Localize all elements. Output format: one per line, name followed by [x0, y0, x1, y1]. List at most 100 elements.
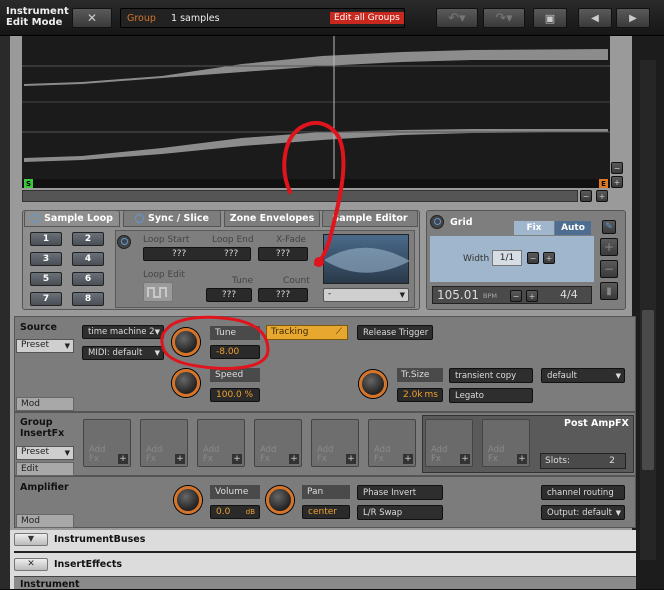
pencil-tool-button[interactable]: ✎: [602, 220, 616, 234]
trsize-value-field[interactable]: 2.0k ms: [397, 388, 443, 402]
pan-knob[interactable]: [266, 486, 294, 514]
loop-8-button[interactable]: 8: [72, 292, 104, 306]
volume-knob[interactable]: [174, 486, 202, 514]
release-trigger-button[interactable]: Release Trigger: [357, 325, 433, 340]
grid-remove-button[interactable]: −: [600, 260, 618, 278]
zoom-in-h-button[interactable]: +: [596, 190, 608, 202]
grid-trash-button[interactable]: ▮: [600, 282, 618, 300]
phase-invert-button[interactable]: Phase Invert: [357, 485, 443, 500]
post-fx-slot-2[interactable]: Add Fx +: [482, 419, 530, 467]
grid-power-button[interactable]: [430, 215, 444, 229]
loop-3-button[interactable]: 3: [30, 252, 62, 266]
slots-field[interactable]: Slots: 2: [540, 453, 626, 469]
grid-add-button[interactable]: +: [600, 238, 618, 256]
trsize-knob[interactable]: [359, 370, 387, 398]
horizontal-scrollbar[interactable]: [22, 190, 578, 202]
source-preset-dropdown[interactable]: Preset ▼: [16, 339, 74, 353]
redo-button[interactable]: ↷▾: [483, 8, 525, 28]
time-signature[interactable]: 4/4: [560, 288, 578, 301]
close-button[interactable]: ✕: [72, 8, 112, 28]
loop-4-button[interactable]: 4: [72, 252, 104, 266]
tracking-toggle[interactable]: Tracking ⟋: [266, 325, 348, 340]
pan-value-field[interactable]: center: [302, 505, 350, 519]
sample-end-marker[interactable]: E: [599, 179, 608, 188]
fx-slot-1[interactable]: Add Fx +: [83, 419, 131, 467]
midi-value: MIDI: default: [88, 348, 143, 358]
output-dropdown[interactable]: Output: default ▼: [541, 505, 625, 520]
fx-slot-2[interactable]: Add Fx +: [140, 419, 188, 467]
add-fx-icon[interactable]: +: [346, 454, 356, 464]
loop-edit-button[interactable]: [143, 282, 173, 302]
amplifier-mod-tab[interactable]: Mod: [16, 514, 74, 528]
source-mode-dropdown[interactable]: time machine 2 ▼: [82, 325, 164, 339]
tab-sample-editor[interactable]: Sample Editor: [322, 210, 418, 227]
default-dropdown[interactable]: default ▼: [541, 368, 625, 383]
grid-fix-tab[interactable]: Fix: [514, 221, 554, 235]
post-fx-slot-1[interactable]: Add Fx +: [425, 419, 473, 467]
insertfx-preset-dropdown[interactable]: Preset ▼: [16, 446, 74, 460]
midi-dropdown[interactable]: MIDI: default ▼: [82, 346, 164, 360]
loop-start-end-field[interactable]: ??? ???: [143, 247, 251, 261]
loop-5-button[interactable]: 5: [30, 272, 62, 286]
speed-value-field[interactable]: 100.0%: [210, 388, 260, 402]
count-field[interactable]: ???: [258, 288, 308, 302]
zoom-out-v-button[interactable]: −: [611, 162, 623, 174]
bpm-value[interactable]: 105.01: [437, 288, 479, 302]
undo-button[interactable]: ↶▾: [436, 8, 478, 28]
power-icon: [434, 218, 441, 225]
title-line-1: Instrument: [6, 6, 69, 17]
loop-mode-dropdown[interactable]: - ▼: [323, 288, 409, 302]
add-fx-icon[interactable]: +: [403, 454, 413, 464]
save-button[interactable]: ▣: [533, 8, 567, 28]
source-mod-tab[interactable]: Mod: [16, 397, 74, 411]
channel-routing-button[interactable]: channel routing: [541, 485, 625, 500]
loop-power-button[interactable]: [117, 235, 131, 249]
waveform-display[interactable]: S E: [22, 36, 610, 188]
loop-7-button[interactable]: 7: [30, 292, 62, 306]
fx-slot-5[interactable]: Add Fx +: [311, 419, 359, 467]
add-fx-icon[interactable]: +: [289, 454, 299, 464]
fx-slot-6[interactable]: Add Fx +: [368, 419, 416, 467]
loop-tune-field[interactable]: ???: [206, 288, 252, 302]
zoom-out-h-button[interactable]: −: [580, 190, 592, 202]
transient-copy-button[interactable]: transient copy: [449, 368, 533, 383]
tab-zone-envelopes[interactable]: Zone Envelopes: [224, 210, 320, 227]
width-increment-button[interactable]: +: [543, 252, 555, 264]
add-fx-icon[interactable]: +: [118, 454, 128, 464]
insert-effects-toggle[interactable]: ✕: [14, 558, 48, 571]
loop-2-button[interactable]: 2: [72, 232, 104, 246]
tune-knob[interactable]: [172, 328, 200, 356]
fx-slot-3[interactable]: Add Fx +: [197, 419, 245, 467]
insertfx-edit-tab[interactable]: Edit: [16, 462, 74, 476]
scroll-thumb[interactable]: [642, 310, 654, 470]
minus-icon: −: [613, 163, 621, 173]
fx-slot-4[interactable]: Add Fx +: [254, 419, 302, 467]
tab-sample-loop[interactable]: Sample Loop: [24, 210, 120, 227]
lr-swap-button[interactable]: L/R Swap: [357, 505, 443, 520]
bpm-increment-button[interactable]: +: [526, 290, 538, 302]
vertical-scrollbar[interactable]: [640, 60, 656, 560]
zoom-in-v-button[interactable]: +: [611, 176, 623, 188]
add-fx-icon[interactable]: +: [175, 454, 185, 464]
width-decrement-button[interactable]: −: [527, 252, 539, 264]
instrument-buses-toggle[interactable]: ▼: [14, 533, 48, 546]
tune-value-field[interactable]: -8.00: [210, 345, 260, 359]
group-selector[interactable]: Group 1 samples Edit all Groups: [120, 8, 405, 28]
edit-all-groups-button[interactable]: Edit all Groups: [330, 12, 404, 24]
loop-1-button[interactable]: 1: [30, 232, 62, 246]
add-fx-icon[interactable]: +: [517, 454, 527, 464]
speed-knob[interactable]: [172, 369, 200, 397]
prev-button[interactable]: ◀: [578, 8, 612, 28]
tab-sync-slice[interactable]: Sync / Slice: [123, 210, 221, 227]
volume-value-field[interactable]: 0.0 dB: [210, 505, 260, 519]
loop-6-button[interactable]: 6: [72, 272, 104, 286]
grid-width-field[interactable]: 1/1: [492, 250, 522, 266]
next-button[interactable]: ▶: [616, 8, 650, 28]
legato-button[interactable]: Legato: [449, 388, 533, 403]
add-fx-icon[interactable]: +: [232, 454, 242, 464]
xfade-field[interactable]: ???: [258, 247, 308, 261]
grid-auto-tab[interactable]: Auto: [555, 221, 591, 235]
sample-start-marker[interactable]: S: [24, 179, 33, 188]
bpm-decrement-button[interactable]: −: [510, 290, 522, 302]
add-fx-icon[interactable]: +: [460, 454, 470, 464]
